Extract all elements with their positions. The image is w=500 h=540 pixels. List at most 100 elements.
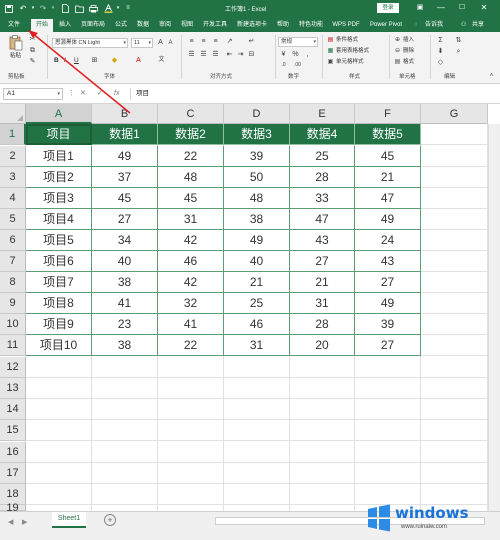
table-cell[interactable]: 43 xyxy=(290,230,355,251)
table-cell[interactable]: 41 xyxy=(158,314,224,335)
cancel-icon[interactable]: ✕ xyxy=(80,88,86,100)
table-cell[interactable]: 项目3 xyxy=(26,188,92,209)
tab-developer[interactable]: 开发工具 xyxy=(200,19,230,32)
align-middle-icon[interactable]: ≡ xyxy=(199,37,208,46)
row-header-12[interactable]: 12 xyxy=(0,357,26,378)
worksheet[interactable]: ABCDEFG 1 2 3 4 5 6 7 8 9 10 11 12 13 14 15 16 17 18 19 项目… xyxy=(0,104,500,511)
table-cell[interactable]: 项目8 xyxy=(26,293,92,314)
italic-button[interactable]: I xyxy=(64,56,66,65)
merge-center-icon[interactable]: ⊟ xyxy=(247,50,256,59)
row-header-5[interactable]: 5 xyxy=(0,209,26,230)
table-cell[interactable]: 45 xyxy=(355,146,421,167)
column-header-d[interactable]: D xyxy=(224,104,290,124)
table-cell[interactable]: 项目1 xyxy=(26,146,92,167)
table-cell[interactable]: 47 xyxy=(355,188,421,209)
table-cell[interactable]: 49 xyxy=(92,146,158,167)
table-cell[interactable]: 20 xyxy=(290,335,355,356)
tab-file[interactable]: 文件 xyxy=(5,19,23,32)
format-cells-button[interactable]: 格式 xyxy=(403,58,414,67)
row-header-15[interactable]: 15 xyxy=(0,420,26,441)
tab-insert[interactable]: 插入 xyxy=(56,19,74,32)
table-cell[interactable]: 31 xyxy=(290,293,355,314)
decrease-indent-icon[interactable]: ⇤ xyxy=(225,50,234,59)
table-cell[interactable]: 27 xyxy=(92,209,158,230)
row-header-2[interactable]: 2 xyxy=(0,146,26,167)
table-cell[interactable]: 37 xyxy=(92,167,158,188)
tab-power-pivot[interactable]: Power Pivot xyxy=(366,19,406,32)
table-cell[interactable]: 项目10 xyxy=(26,335,92,356)
column-header-g[interactable]: G xyxy=(421,104,488,124)
share-label[interactable]: 共享 xyxy=(472,19,484,32)
underline-button[interactable]: U xyxy=(74,56,79,65)
table-cell[interactable]: 23 xyxy=(92,314,158,335)
table-cell[interactable]: 21 xyxy=(290,272,355,293)
table-cell[interactable]: 46 xyxy=(158,251,224,272)
row-header-8[interactable]: 8 xyxy=(0,272,26,293)
cut-icon[interactable]: ✂ xyxy=(28,35,37,44)
table-format-button[interactable]: 套用表格格式 xyxy=(336,47,369,56)
align-top-icon[interactable]: ≡ xyxy=(187,37,196,46)
tab-view[interactable]: 视图 xyxy=(178,19,196,32)
formula-input[interactable]: 项目 xyxy=(130,88,496,100)
vertical-scrollbar[interactable] xyxy=(488,124,500,511)
row-header-16[interactable]: 16 xyxy=(0,442,26,463)
table-cell[interactable]: 25 xyxy=(224,293,290,314)
table-cell[interactable]: 46 xyxy=(224,314,290,335)
ribbon-display-icon[interactable]: ▣ xyxy=(410,1,430,15)
tab-wps-pdf[interactable]: WPS PDF xyxy=(330,19,362,32)
align-center-icon[interactable]: ☰ xyxy=(199,50,208,59)
row-header-7[interactable]: 7 xyxy=(0,251,26,272)
table-cell[interactable]: 21 xyxy=(355,167,421,188)
table-cell[interactable]: 27 xyxy=(355,272,421,293)
font-color-dropdown-icon[interactable]: ▾ xyxy=(115,3,121,14)
table-cell[interactable]: 50 xyxy=(224,167,290,188)
confirm-icon[interactable]: ✓ xyxy=(97,88,103,100)
font-size-select[interactable]: 11 ▾ xyxy=(131,38,153,48)
name-box[interactable]: A1 ▾ xyxy=(3,88,63,100)
undo-icon[interactable]: ↶ xyxy=(18,3,28,14)
currency-icon[interactable]: ¥ xyxy=(279,50,288,59)
bold-button[interactable]: B xyxy=(54,56,59,65)
table-cell[interactable]: 31 xyxy=(224,335,290,356)
sort-filter-icon[interactable]: ⇅ xyxy=(454,36,463,45)
table-cell[interactable]: 28 xyxy=(290,167,355,188)
table-cell[interactable]: 25 xyxy=(290,146,355,167)
table-header-cell[interactable]: 数据1 xyxy=(92,124,158,145)
maximize-icon[interactable]: ☐ xyxy=(452,1,472,15)
format-painter-icon[interactable]: ✎ xyxy=(28,57,37,66)
decrease-font-icon[interactable]: A xyxy=(166,39,175,48)
wrap-text-icon[interactable]: ↵ xyxy=(247,37,256,46)
column-header-f[interactable]: F xyxy=(355,104,421,124)
table-cell[interactable]: 43 xyxy=(355,251,421,272)
tab-review[interactable]: 审阅 xyxy=(156,19,174,32)
tab-new[interactable]: 新建选项卡 xyxy=(233,19,271,32)
lightbulb-icon[interactable]: ◌ xyxy=(414,19,418,32)
share-icon[interactable]: ⚇ xyxy=(461,19,466,32)
table-header-cell[interactable]: 数据4 xyxy=(290,124,355,145)
redo-dropdown-icon[interactable]: ▾ xyxy=(50,3,56,14)
row-header-9[interactable]: 9 xyxy=(0,293,26,314)
autosum-icon[interactable]: Σ xyxy=(436,36,445,45)
table-cell[interactable]: 24 xyxy=(355,230,421,251)
table-cell[interactable]: 28 xyxy=(290,314,355,335)
table-cell[interactable]: 38 xyxy=(92,335,158,356)
table-cell[interactable]: 49 xyxy=(355,209,421,230)
fill-color-icon[interactable]: ◆ xyxy=(110,56,119,65)
tab-page-layout[interactable]: 页面布局 xyxy=(78,19,108,32)
copy-icon[interactable]: ⧉ xyxy=(28,46,37,55)
open-icon[interactable] xyxy=(74,3,84,14)
table-cell[interactable]: 48 xyxy=(224,188,290,209)
table-cell[interactable]: 38 xyxy=(92,272,158,293)
table-cell[interactable]: 41 xyxy=(92,293,158,314)
column-header-b[interactable]: B xyxy=(92,104,158,124)
row-header-10[interactable]: 10 xyxy=(0,314,26,335)
prev-sheet-icon[interactable]: ◀ xyxy=(8,518,13,526)
row-header-13[interactable]: 13 xyxy=(0,378,26,399)
tab-data[interactable]: 数据 xyxy=(134,19,152,32)
row-header-11[interactable]: 11 xyxy=(0,335,26,356)
border-icon[interactable]: ⊞ xyxy=(90,56,99,65)
font-name-select[interactable]: 思源黑体 CN Light ▾ xyxy=(52,38,128,48)
align-left-icon[interactable]: ☰ xyxy=(187,50,196,59)
table-cell[interactable]: 39 xyxy=(355,314,421,335)
number-format-select[interactable]: 常规 ▾ xyxy=(278,37,318,47)
